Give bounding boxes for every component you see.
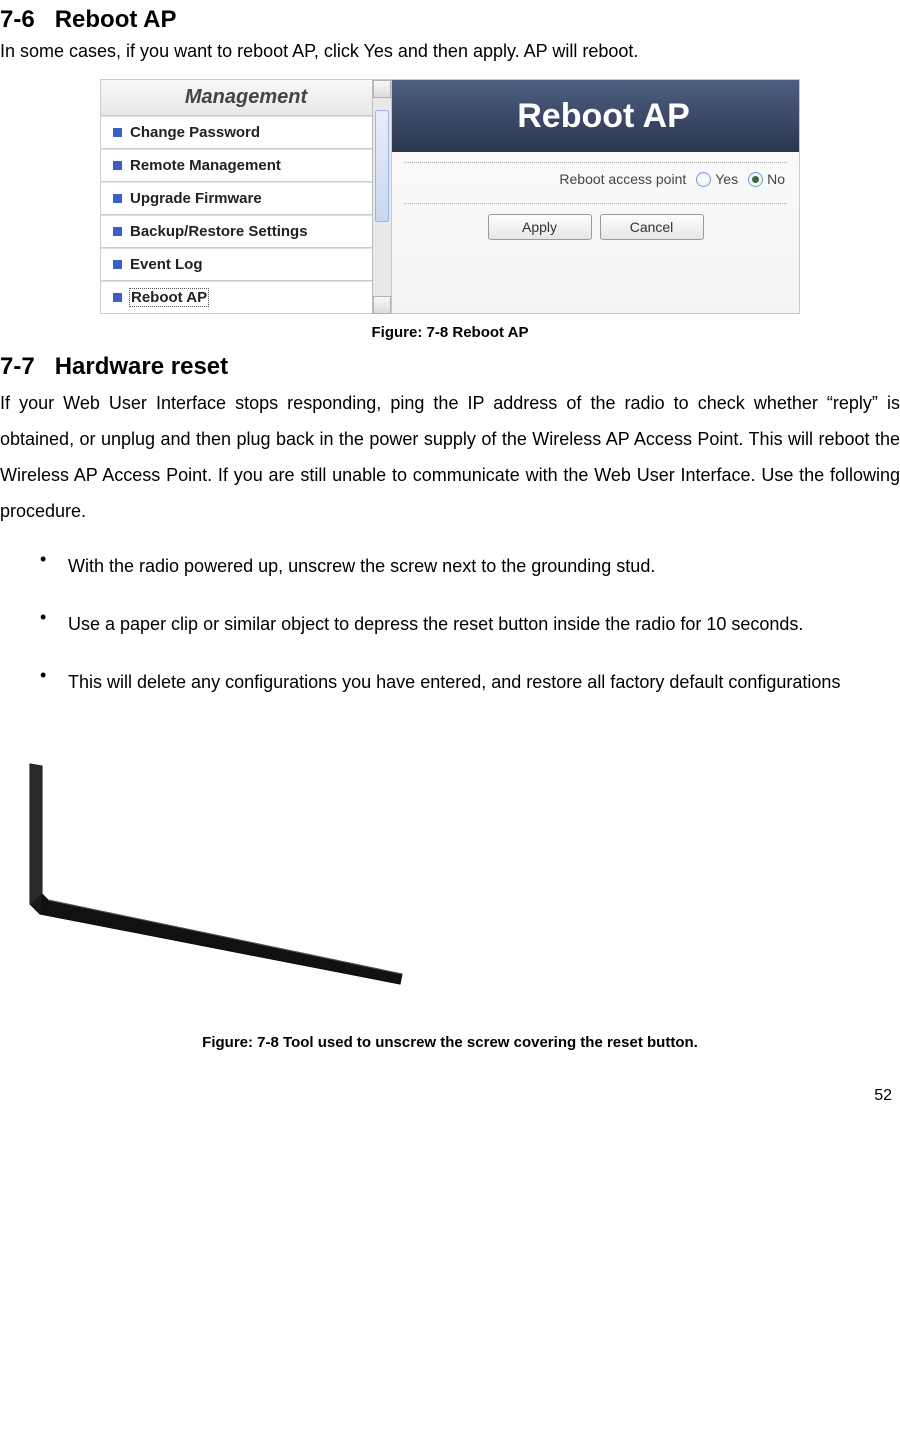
scroll-thumb[interactable] bbox=[375, 110, 389, 222]
radio-no-label: No bbox=[767, 171, 785, 187]
bullet-dot: • bbox=[40, 665, 68, 699]
bullet-list: • With the radio powered up, unscrew the… bbox=[40, 549, 900, 700]
bullet-text: Use a paper clip or similar object to de… bbox=[68, 607, 900, 641]
sidebar-item-upgrade-firmware[interactable]: Upgrade Firmware bbox=[101, 182, 391, 214]
sidebar-item-change-password[interactable]: Change Password bbox=[101, 116, 391, 148]
sidebar-item-event-log[interactable]: Event Log bbox=[101, 248, 391, 280]
list-item: • With the radio powered up, unscrew the… bbox=[40, 549, 900, 583]
panel-banner: Reboot AP bbox=[392, 80, 799, 152]
bullet-text: This will delete any configurations you … bbox=[68, 665, 900, 699]
list-item: • Use a paper clip or similar object to … bbox=[40, 607, 900, 641]
setting-label: Reboot access point bbox=[559, 171, 686, 187]
scroll-up-button[interactable] bbox=[373, 80, 391, 98]
reboot-panel: Reboot AP Reboot access point Yes No App… bbox=[391, 79, 800, 314]
radio-no[interactable] bbox=[748, 172, 763, 187]
figure-hex-key bbox=[0, 724, 430, 1024]
cancel-button[interactable]: Cancel bbox=[600, 214, 704, 240]
section-heading-7-7: 7-7 Hardware reset bbox=[0, 353, 900, 381]
sidebar-item-backup-restore[interactable]: Backup/Restore Settings bbox=[101, 215, 391, 247]
bullet-icon bbox=[113, 227, 122, 236]
sidebar-item-label: Remote Management bbox=[130, 157, 281, 174]
sidebar-item-reboot-ap[interactable]: Reboot AP bbox=[101, 281, 391, 313]
sidebar-item-label: Upgrade Firmware bbox=[130, 190, 262, 207]
section-number: 7-7 bbox=[0, 353, 35, 380]
page-number: 52 bbox=[0, 1063, 900, 1109]
bullet-icon bbox=[113, 128, 122, 137]
section-title: Hardware reset bbox=[55, 353, 228, 380]
list-item: • This will delete any configurations yo… bbox=[40, 665, 900, 699]
apply-button[interactable]: Apply bbox=[488, 214, 592, 240]
section-7-7-body: If your Web User Interface stops respond… bbox=[0, 385, 900, 529]
bullet-icon bbox=[113, 161, 122, 170]
sidebar-item-label: Backup/Restore Settings bbox=[130, 223, 308, 240]
bullet-icon bbox=[113, 260, 122, 269]
radio-yes-label: Yes bbox=[715, 171, 738, 187]
bullet-dot: • bbox=[40, 549, 68, 583]
section-title: Reboot AP bbox=[55, 6, 177, 33]
sidebar-item-label: Change Password bbox=[130, 124, 260, 141]
figure-7-8-reboot-caption: Figure: 7-8 Reboot AP bbox=[0, 324, 900, 341]
sidebar-item-remote-management[interactable]: Remote Management bbox=[101, 149, 391, 181]
section-number: 7-6 bbox=[0, 6, 35, 33]
figure-7-8-reboot: Management Change Password Remote Manage… bbox=[0, 75, 900, 318]
scroll-down-button[interactable] bbox=[373, 296, 391, 314]
sidebar-scrollbar[interactable] bbox=[372, 80, 391, 314]
bullet-dot: • bbox=[40, 607, 68, 641]
radio-yes[interactable] bbox=[696, 172, 711, 187]
sidebar-item-label: Event Log bbox=[130, 256, 203, 273]
sidebar-item-label: Reboot AP bbox=[130, 289, 208, 306]
bullet-icon bbox=[113, 194, 122, 203]
bullet-icon bbox=[113, 293, 122, 302]
management-sidebar: Management Change Password Remote Manage… bbox=[100, 79, 391, 314]
figure-hex-key-caption: Figure: 7-8 Tool used to unscrew the scr… bbox=[0, 1034, 900, 1051]
sidebar-header: Management bbox=[101, 80, 391, 116]
section-7-6-intro: In some cases, if you want to reboot AP,… bbox=[0, 38, 900, 65]
bullet-text: With the radio powered up, unscrew the s… bbox=[68, 549, 900, 583]
section-heading-7-6: 7-6 Reboot AP bbox=[0, 6, 900, 34]
hex-key-icon bbox=[0, 724, 430, 1024]
